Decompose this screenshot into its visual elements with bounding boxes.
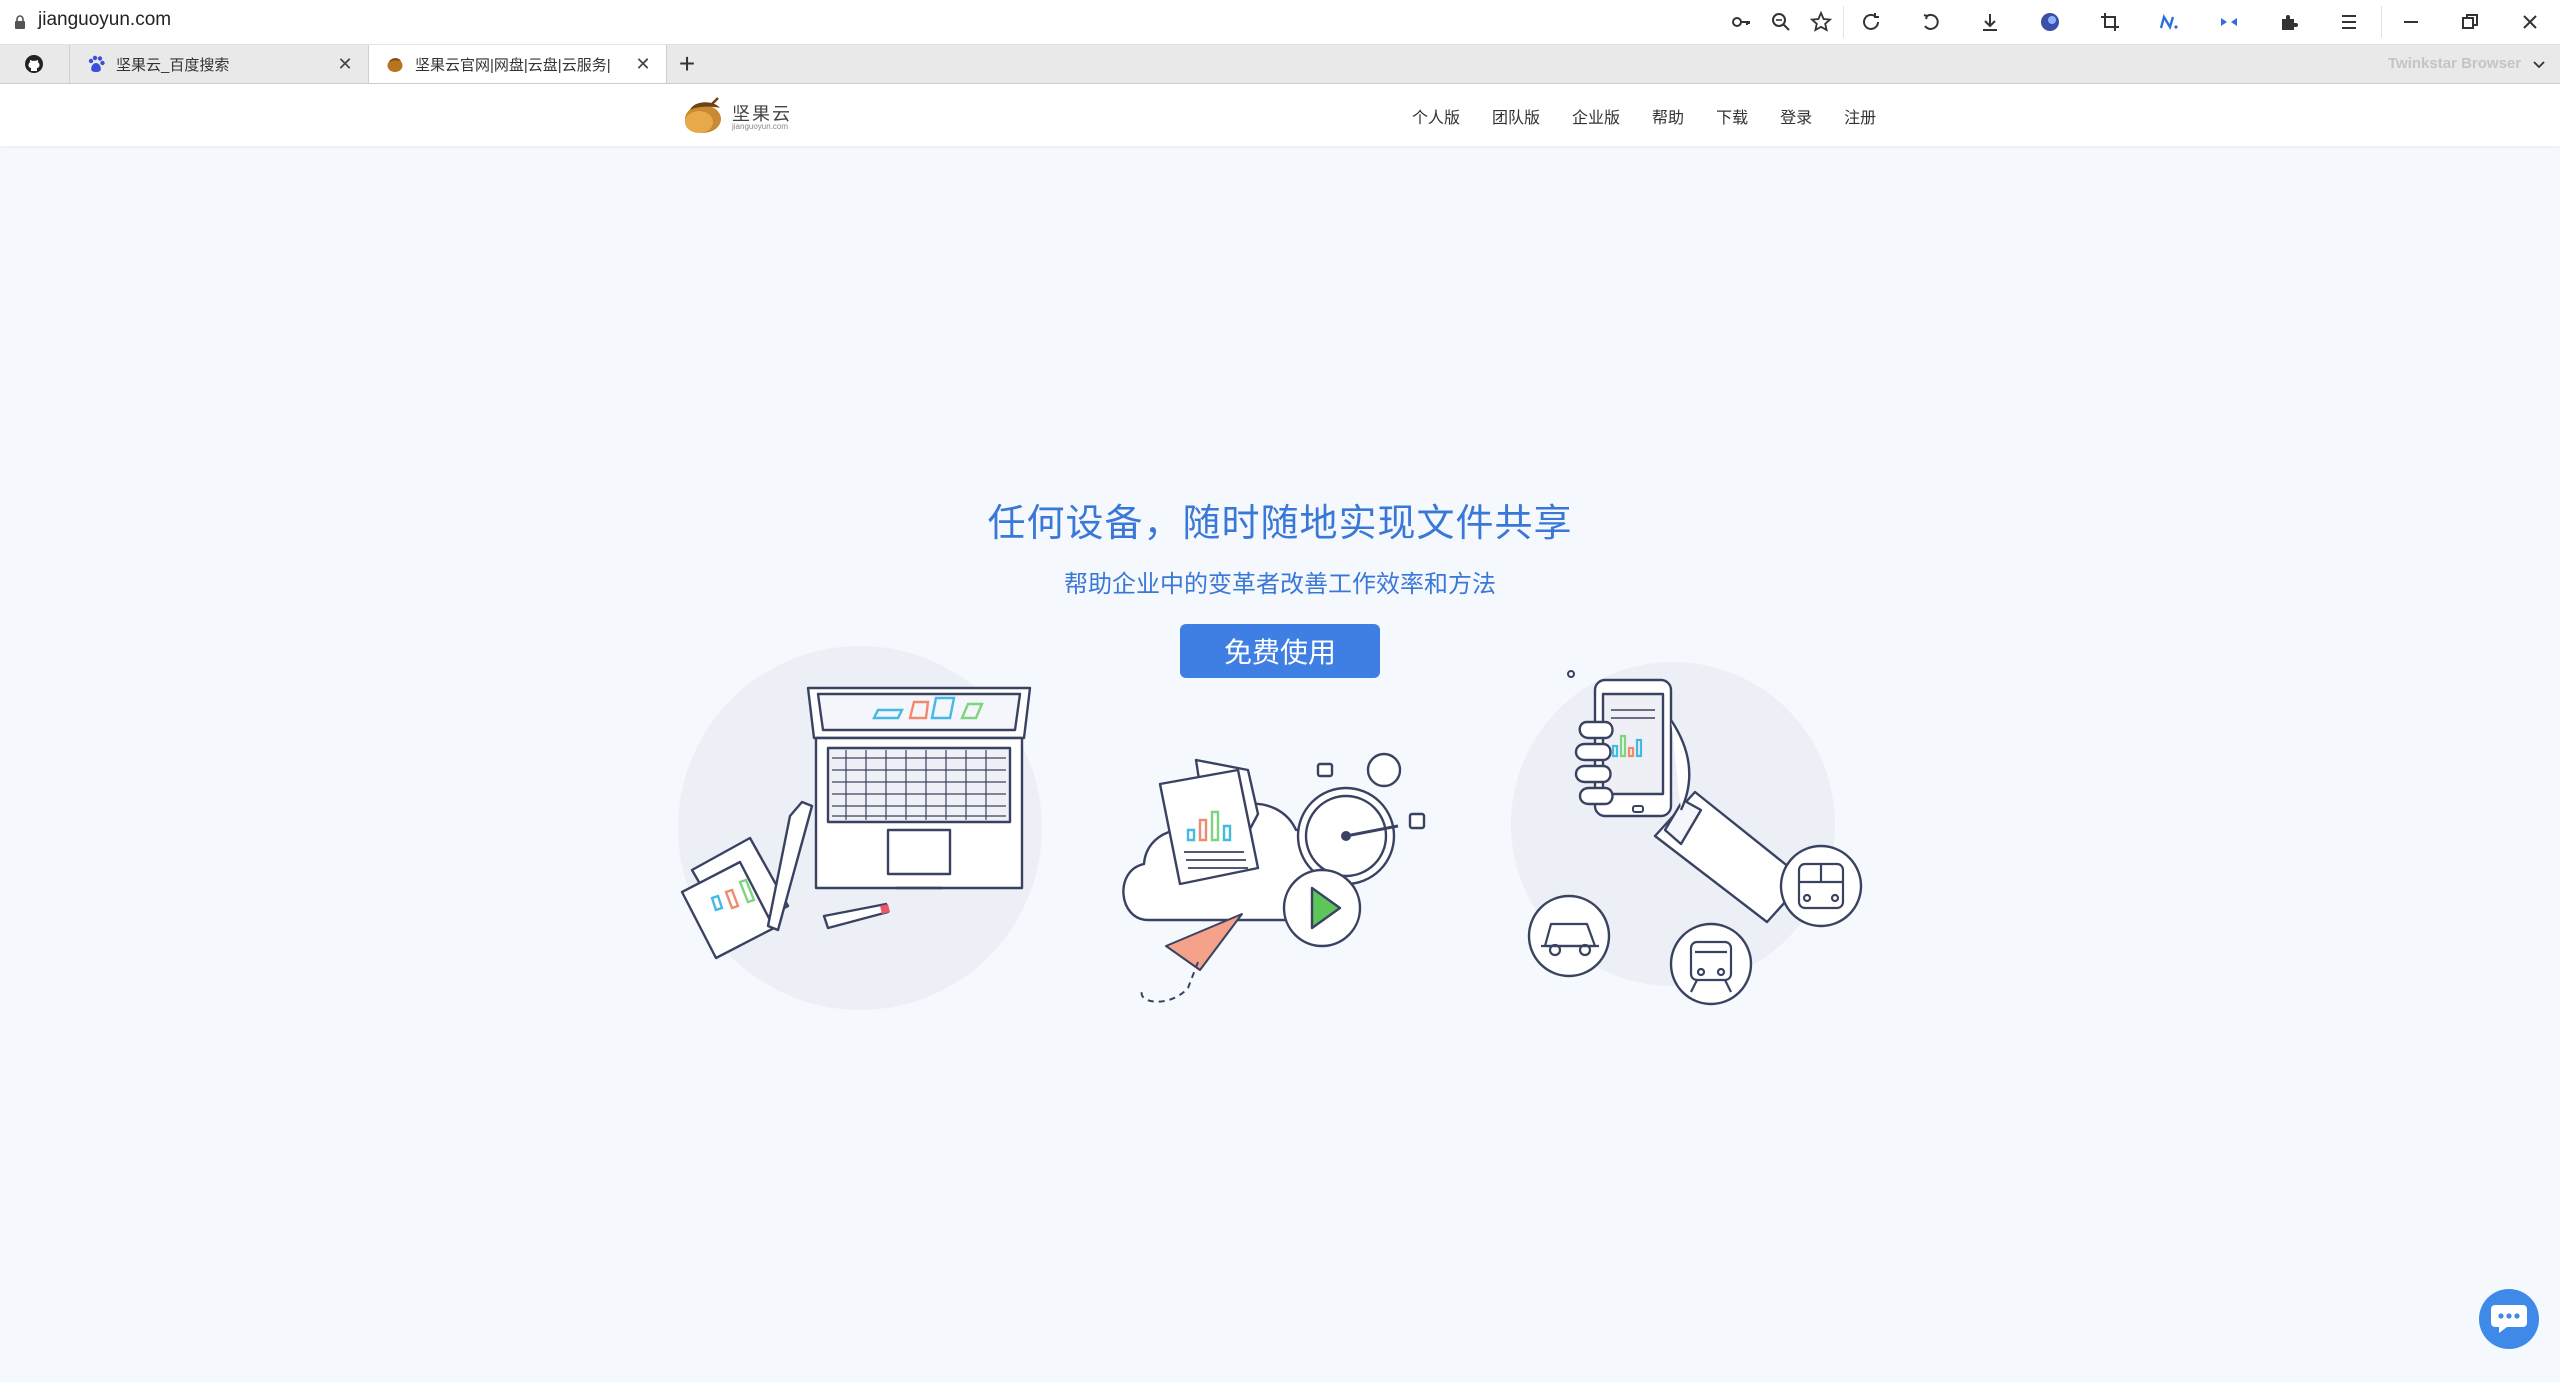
nav-login[interactable]: 登录 <box>1780 104 1812 128</box>
nav-personal[interactable]: 个人版 <box>1412 104 1460 128</box>
refresh-icon[interactable] <box>1856 7 1886 37</box>
hero-title: 任何设备，随时随地实现文件共享 <box>987 503 1573 545</box>
logo-subtext: jianguoyun.com <box>732 122 789 131</box>
close-window-icon[interactable] <box>2515 7 2545 37</box>
star-icon[interactable] <box>1806 7 1836 37</box>
tab-github[interactable] <box>0 45 70 83</box>
nav-enterprise[interactable]: 企业版 <box>1572 104 1620 128</box>
tab-title: 坚果云_百度搜索 <box>116 56 230 74</box>
undo-icon[interactable] <box>1916 7 1946 37</box>
tab-baidu[interactable]: 坚果云_百度搜索 ✕ <box>70 45 369 83</box>
url-text[interactable]: jianguoyun.com <box>38 9 171 31</box>
mobile-illustration <box>1511 662 1863 1006</box>
lock-icon <box>15 15 25 29</box>
toolbar-separator <box>1843 6 1844 38</box>
nav-download[interactable]: 下载 <box>1716 104 1748 128</box>
chat-button[interactable] <box>2479 1289 2539 1349</box>
nav-register[interactable]: 注册 <box>1844 104 1876 128</box>
baidu-icon <box>88 55 105 73</box>
cloud-illustration <box>1122 752 1426 1003</box>
chevron-down-icon[interactable] <box>2530 55 2548 73</box>
new-tab-label: + <box>678 48 696 79</box>
tab-strip: 坚果云_百度搜索 ✕ 坚果云官网|网盘|云盘|云服务| ✕ + Twinksta… <box>0 45 2560 84</box>
github-icon <box>25 55 43 73</box>
tab-close-icon[interactable]: ✕ <box>632 53 654 75</box>
nav-help[interactable]: 帮助 <box>1652 104 1684 128</box>
main-nav: 个人版 团队版 企业版 帮助 下载 登录 注册 <box>1412 104 1908 128</box>
browser-brand: Twinkstar Browser <box>2388 55 2522 72</box>
laptop-illustration <box>678 646 1042 1010</box>
key-icon[interactable] <box>1726 7 1756 37</box>
address-bar: jianguoyun.com <box>0 0 2560 45</box>
tab-jianguoyun[interactable]: 坚果云官网|网盘|云盘|云服务| ✕ <box>369 45 667 83</box>
n-extension-icon[interactable] <box>2154 7 2184 37</box>
puzzle-icon[interactable] <box>2274 7 2304 37</box>
hero-subtitle: 帮助企业中的变革者改善工作效率和方法 <box>1064 571 1496 598</box>
free-use-button[interactable]: 免费使用 <box>1180 624 1380 678</box>
menu-icon[interactable] <box>2334 7 2364 37</box>
zoom-icon[interactable] <box>1766 7 1796 37</box>
tab-close-icon[interactable]: ✕ <box>334 53 356 75</box>
nav-team[interactable]: 团队版 <box>1492 104 1540 128</box>
crop-icon[interactable] <box>2095 7 2125 37</box>
globe-extension-icon[interactable] <box>2035 7 2065 37</box>
mirror-extension-icon[interactable] <box>2214 7 2244 37</box>
minimize-icon[interactable] <box>2396 7 2426 37</box>
tab-title: 坚果云官网|网盘|云盘|云服务| <box>415 56 611 74</box>
site-header: 坚果云 jianguoyun.com 个人版 团队版 企业版 帮助 下载 登录 … <box>0 84 2560 146</box>
download-icon[interactable] <box>1975 7 2005 37</box>
restore-icon[interactable] <box>2455 7 2485 37</box>
jianguoyun-icon <box>387 58 403 72</box>
toolbar-separator <box>2381 6 2382 38</box>
new-tab-button[interactable]: + <box>672 49 702 79</box>
chat-bubble-icon <box>2491 1305 2527 1333</box>
